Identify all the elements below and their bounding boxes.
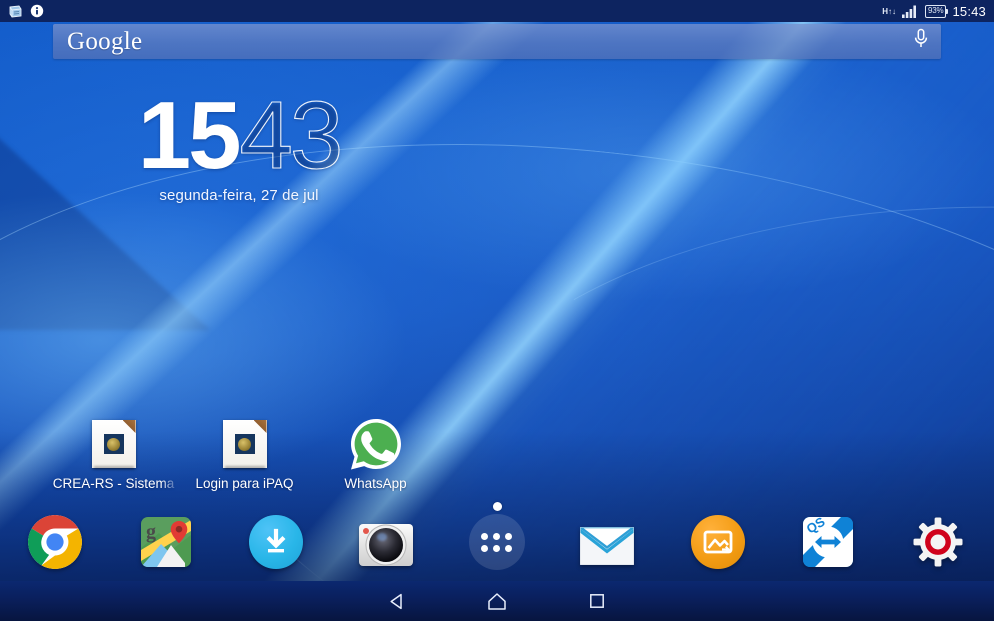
google-logo: Google bbox=[67, 28, 143, 55]
dock-item-teamviewer[interactable]: QS bbox=[773, 515, 883, 569]
settings-gear-icon bbox=[912, 516, 964, 568]
status-bar-clock: 15:43 bbox=[952, 3, 986, 19]
nav-back-button[interactable] bbox=[347, 581, 447, 621]
downloads-icon bbox=[248, 515, 303, 569]
back-triangle-icon bbox=[389, 593, 402, 609]
shortcut-icon bbox=[179, 418, 310, 470]
dock-item-app-drawer[interactable] bbox=[442, 514, 552, 570]
shortcut-login-ipaq[interactable]: Login para iPAQ bbox=[179, 418, 310, 508]
dock-item-downloads[interactable] bbox=[221, 515, 331, 569]
album-icon bbox=[690, 515, 745, 569]
navigation-bar bbox=[0, 581, 994, 621]
dock-item-chrome[interactable] bbox=[0, 515, 110, 569]
nav-home-button[interactable] bbox=[447, 581, 547, 621]
email-icon bbox=[580, 527, 635, 565]
app-drawer-icon bbox=[468, 514, 525, 570]
dock-item-maps[interactable]: g bbox=[110, 515, 220, 569]
dock-item-album[interactable] bbox=[662, 515, 772, 569]
microphone-icon bbox=[914, 28, 928, 47]
shortcut-label: CREA-RS - Sistema bbox=[52, 476, 175, 491]
recents-square-icon bbox=[590, 594, 604, 608]
chrome-icon bbox=[28, 515, 83, 569]
shortcut-label: Login para iPAQ bbox=[195, 476, 294, 491]
clock-time: 15 43 bbox=[0, 82, 478, 189]
shortcut-label: WhatsApp bbox=[344, 476, 407, 491]
shortcut-whatsapp[interactable]: WhatsApp bbox=[310, 418, 441, 508]
dock-item-email[interactable] bbox=[552, 515, 662, 569]
clock-hours: 15 bbox=[137, 82, 242, 189]
battery-indicator: 93% bbox=[925, 4, 949, 18]
network-type-indicator: H ↑↓ bbox=[882, 6, 897, 16]
camera-icon bbox=[359, 524, 414, 566]
whatsapp-icon bbox=[350, 419, 401, 470]
nav-recents-button[interactable] bbox=[547, 581, 647, 621]
clock-date: segunda-feira, 27 de jul bbox=[159, 187, 319, 205]
home-icon bbox=[488, 592, 506, 610]
status-bar[interactable]: H ↑↓ 93% 15:43 bbox=[0, 0, 994, 22]
voice-search-button[interactable] bbox=[913, 28, 929, 55]
google-maps-icon: g bbox=[140, 517, 191, 567]
svg-text:g: g bbox=[146, 521, 156, 543]
data-arrows-icon: ↑↓ bbox=[888, 6, 897, 16]
home-screen-shortcuts: CREA-RS - Sistema Login para iPAQ WhatsA… bbox=[48, 418, 448, 508]
status-bar-left-icons bbox=[8, 4, 44, 19]
notes-app-icon bbox=[9, 5, 22, 17]
status-bar-right-icons: H ↑↓ 93% 15:43 bbox=[882, 4, 986, 19]
shortcut-crea-rs[interactable]: CREA-RS - Sistema bbox=[48, 418, 179, 508]
document-shortcut-icon bbox=[91, 420, 136, 469]
teamviewer-qs-icon: QS bbox=[802, 517, 853, 567]
dock-item-camera[interactable] bbox=[331, 515, 441, 569]
signal-bars-icon bbox=[902, 5, 917, 18]
google-search-widget[interactable]: Google bbox=[53, 24, 941, 59]
document-shortcut-icon bbox=[222, 420, 267, 469]
shortcut-icon bbox=[310, 418, 441, 470]
dock-item-settings[interactable] bbox=[883, 516, 993, 568]
clock-widget[interactable]: 15 43 segunda-feira, 27 de jul bbox=[0, 82, 478, 205]
shortcut-icon bbox=[48, 418, 179, 470]
clock-minutes: 43 bbox=[239, 82, 344, 189]
dock: g QS bbox=[0, 503, 994, 581]
info-icon bbox=[30, 4, 44, 18]
